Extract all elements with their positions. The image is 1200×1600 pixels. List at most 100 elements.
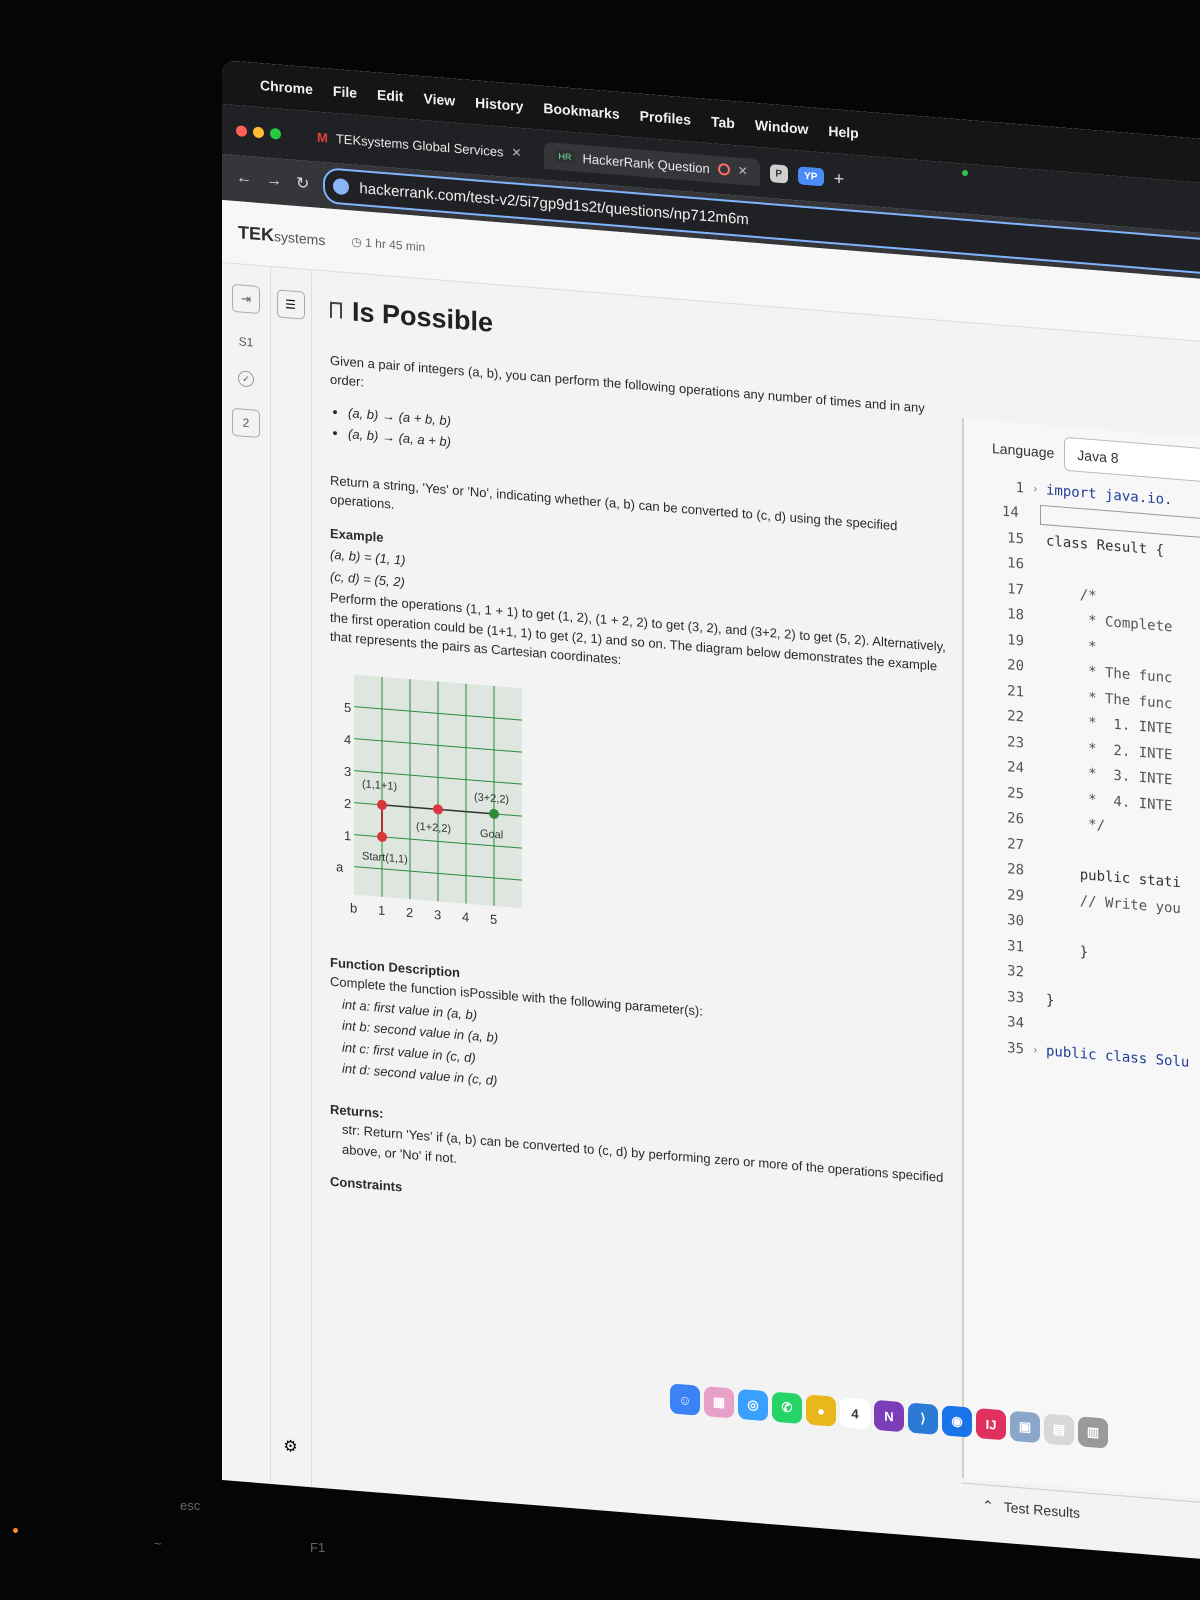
fold-gutter — [1032, 540, 1046, 541]
line-number: 1 — [1015, 479, 1024, 497]
trash-icon[interactable]: ▥ — [1078, 1416, 1108, 1449]
language-label: Language — [992, 439, 1055, 461]
line-number: 32 — [1007, 963, 1024, 981]
language-select[interactable]: Java 8 — [1064, 436, 1200, 483]
check-icon[interactable]: ✓ — [238, 370, 254, 388]
back-arrow-icon[interactable]: ← — [236, 169, 252, 188]
clock-icon: ◷ — [351, 234, 362, 250]
profile-chip-p[interactable]: P — [769, 164, 788, 184]
menu-tab[interactable]: Tab — [711, 113, 735, 131]
line-number: 34 — [1007, 1014, 1024, 1032]
fold-gutter — [1032, 616, 1046, 617]
section-label[interactable]: S1 — [239, 334, 254, 349]
close-icon[interactable]: ✕ — [738, 163, 748, 178]
menu-app-name[interactable]: Chrome — [260, 77, 313, 97]
calendar-icon[interactable]: 4 — [840, 1397, 870, 1430]
line-number: 17 — [1007, 580, 1024, 599]
esc-key: esc — [180, 1498, 201, 1513]
code-text: * — [1046, 635, 1097, 656]
y-tick: 3 — [344, 763, 351, 779]
menu-window[interactable]: Window — [755, 117, 809, 137]
teksystems-logo: TEKsystems — [238, 221, 326, 248]
left-rail: ⇥ S1 ✓ 2 — [222, 263, 271, 1505]
x-tick: 2 — [406, 904, 413, 920]
menu-history[interactable]: History — [475, 94, 523, 114]
y-tick: 5 — [344, 699, 351, 715]
fold-gutter — [1032, 897, 1046, 898]
f1-key: F1 — [310, 1540, 326, 1555]
menu-view[interactable]: View — [423, 90, 455, 109]
tab-teksystems[interactable]: M TEKsystems Global Services ✕ — [305, 122, 534, 167]
line-number: 35 — [1007, 1039, 1024, 1058]
menu-bookmarks[interactable]: Bookmarks — [543, 100, 619, 122]
site-info-icon[interactable] — [333, 177, 350, 196]
settings-gear-icon[interactable]: ⚙ — [283, 1436, 297, 1457]
archive-icon[interactable]: ▤ — [1044, 1413, 1074, 1446]
fold-chevron-icon[interactable]: › — [1032, 1043, 1046, 1057]
screen: Chrome File Edit View History Bookmarks … — [222, 60, 1200, 1559]
vscode-icon[interactable]: ⟩ — [908, 1402, 938, 1435]
problem-title-text: Is Possible — [352, 296, 494, 338]
close-icon[interactable]: ✕ — [511, 145, 521, 160]
chrome-icon[interactable]: ● — [806, 1394, 836, 1427]
minimize-window-button[interactable] — [253, 125, 264, 138]
test-body: ⇥ S1 ✓ 2 ☰ ⚙ Is Possible Given a pair of… — [222, 263, 1200, 1559]
menu-edit[interactable]: Edit — [377, 86, 403, 104]
profile-chip-yp[interactable]: YP — [797, 166, 824, 187]
fold-gutter — [1032, 999, 1046, 1000]
secondary-rail: ☰ ⚙ — [270, 266, 312, 1489]
fold-gutter — [1032, 948, 1046, 949]
question-number-button[interactable]: 2 — [232, 407, 260, 439]
line-number: 24 — [1007, 759, 1024, 777]
line-number: 22 — [1007, 708, 1024, 726]
line-number: 21 — [1007, 682, 1024, 701]
code-editor-panel: Language Java 8 1 › import java.io. 14 15 cla… — [962, 418, 1200, 1500]
line-number: 30 — [1007, 912, 1024, 930]
fold-gutter — [1032, 642, 1046, 643]
fold-gutter — [1032, 744, 1046, 745]
goal-label: Goal — [480, 827, 503, 841]
x-tick: 1 — [378, 902, 385, 918]
line-number: 14 — [1001, 503, 1019, 522]
whatsapp-icon[interactable]: ✆ — [772, 1391, 802, 1425]
power-led — [13, 1528, 18, 1533]
gmail-icon: M — [317, 129, 328, 146]
fold-gutter — [1032, 667, 1046, 668]
new-tab-button[interactable]: + — [834, 168, 845, 190]
close-window-button[interactable] — [236, 124, 247, 137]
launchpad-icon[interactable]: ▦ — [704, 1386, 734, 1419]
line-number: 18 — [1007, 606, 1024, 624]
line-number: 26 — [1007, 810, 1024, 828]
onenote-icon[interactable]: N — [874, 1399, 904, 1433]
fold-gutter — [1032, 871, 1046, 872]
fold-gutter — [1032, 922, 1046, 923]
preview-icon[interactable]: ▣ — [1010, 1410, 1040, 1444]
code-area[interactable]: 1 › import java.io. 14 15 class Result {16 17 … — [964, 471, 1200, 1078]
fold-gutter — [1032, 1024, 1046, 1025]
collapse-panel-icon[interactable]: ⇥ — [232, 283, 260, 315]
reload-icon[interactable]: ↻ — [296, 173, 309, 194]
code-text: /* — [1046, 584, 1097, 605]
menu-file[interactable]: File — [333, 83, 357, 101]
fold-gutter — [1032, 693, 1046, 694]
code-text: */ — [1046, 813, 1106, 835]
bookmark-icon[interactable] — [330, 301, 342, 319]
tab-label: TEKsystems Global Services — [335, 130, 504, 160]
chevron-up-icon[interactable]: ⌃ — [982, 1497, 994, 1515]
maps-icon[interactable]: ◉ — [942, 1405, 972, 1438]
safari-icon[interactable]: ◎ — [738, 1388, 768, 1422]
menu-profiles[interactable]: Profiles — [640, 108, 691, 128]
finder-icon[interactable]: ☺ — [670, 1383, 700, 1416]
x-axis-label: b — [350, 900, 357, 916]
y-axis-label: a — [336, 859, 344, 875]
fold-chevron-icon[interactable]: › — [1032, 482, 1046, 496]
intellij-icon[interactable]: IJ — [976, 1407, 1006, 1441]
forward-arrow-icon[interactable]: → — [266, 172, 282, 191]
tilde-key: ~ — [154, 1536, 162, 1551]
maximize-window-button[interactable] — [270, 127, 281, 140]
tab-hackerrank[interactable]: HR HackerRank Question ✕ — [543, 141, 760, 186]
x-tick: 5 — [490, 911, 497, 927]
menu-help[interactable]: Help — [828, 123, 858, 141]
problem-statement-icon[interactable]: ☰ — [276, 289, 305, 320]
line-number: 19 — [1007, 631, 1024, 650]
